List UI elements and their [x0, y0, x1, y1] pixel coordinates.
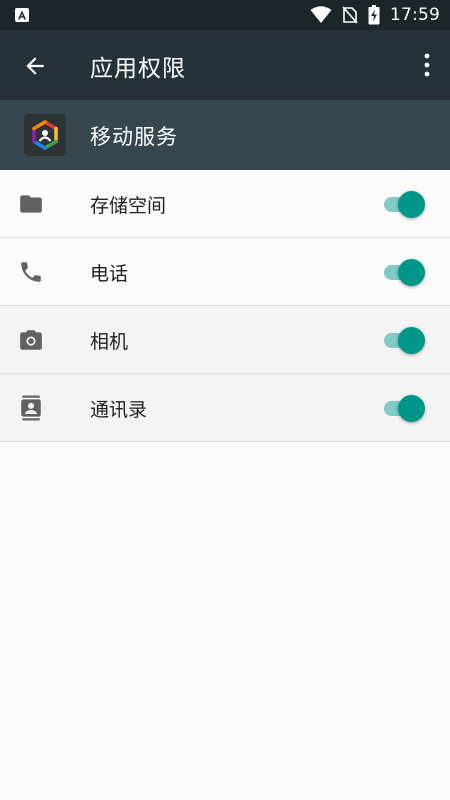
storage-toggle[interactable]	[384, 191, 428, 218]
status-bar: 17:59	[0, 0, 450, 30]
permission-label: 存储空间	[90, 195, 167, 217]
toggle-thumb	[398, 191, 425, 218]
battery-charging-icon	[368, 5, 380, 25]
no-sim-icon	[342, 6, 358, 24]
app-name: 移动服务	[90, 125, 178, 149]
wifi-icon	[310, 6, 332, 23]
permission-row-phone[interactable]: 电话	[0, 238, 450, 306]
app-bar: 应用权限	[0, 30, 450, 100]
permission-row-storage[interactable]: 存储空间	[0, 170, 450, 238]
phone-icon	[21, 262, 41, 282]
toggle-thumb	[398, 395, 425, 422]
permission-list: 存储空间 电话 相机 通讯录	[0, 170, 450, 442]
contacts-icon	[21, 395, 41, 421]
phone-toggle[interactable]	[384, 259, 428, 286]
app-logo-icon	[24, 114, 66, 156]
more-vert-icon[interactable]	[420, 52, 434, 78]
permission-row-contacts[interactable]: 通讯录	[0, 374, 450, 442]
notification-icon	[15, 8, 29, 22]
page-title: 应用权限	[90, 56, 186, 82]
camera-toggle[interactable]	[384, 327, 428, 354]
toggle-thumb	[398, 327, 425, 354]
permission-label: 相机	[90, 331, 129, 353]
arrow-back-icon[interactable]	[22, 53, 48, 79]
app-header: 移动服务	[0, 100, 450, 170]
contacts-toggle[interactable]	[384, 395, 428, 422]
camera-icon	[20, 330, 42, 350]
status-time: 17:59	[390, 5, 440, 25]
folder-icon	[20, 195, 42, 213]
toggle-thumb	[398, 259, 425, 286]
permission-label: 通讯录	[90, 399, 148, 421]
permission-label: 电话	[90, 263, 129, 285]
permission-row-camera[interactable]: 相机	[0, 306, 450, 374]
